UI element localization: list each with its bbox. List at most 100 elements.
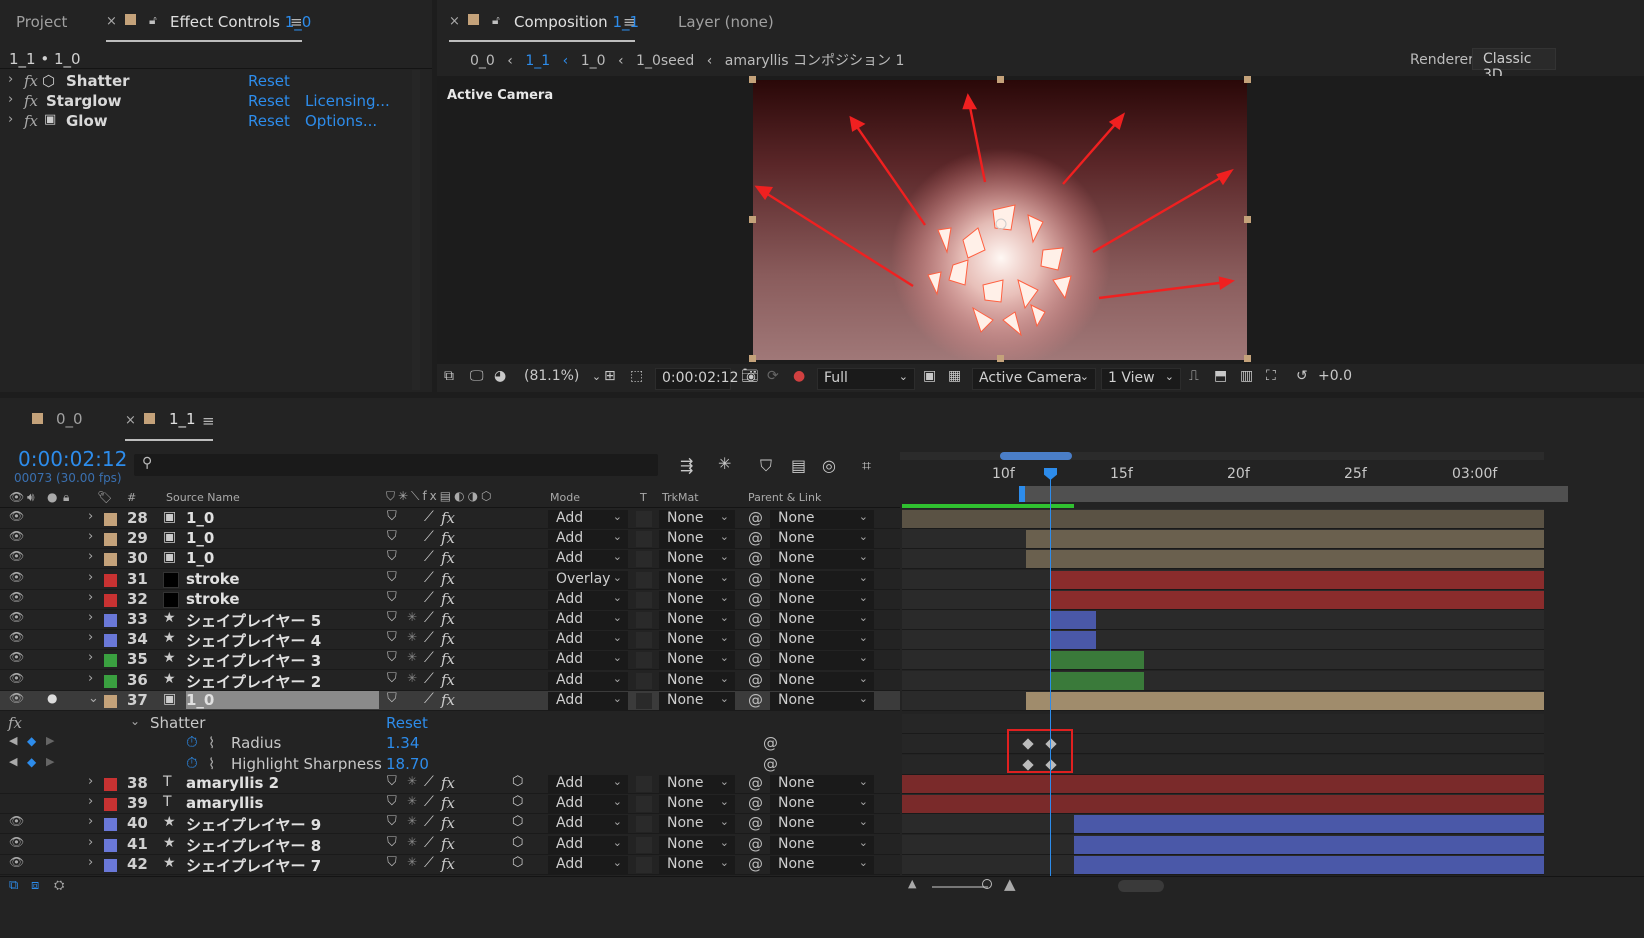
frame-blending-icon[interactable]: ▤: [791, 456, 806, 475]
layer-row[interactable]: 👁︎ › 29 ▣ 1_0 ⛉ ⟋ fx Add ⌄ None ⌄ @ None ⌄: [0, 529, 900, 550]
expand-chevron-icon[interactable]: ›: [88, 855, 93, 870]
pickwhip-icon[interactable]: @: [748, 814, 763, 832]
effect-row-starglow[interactable]: › fx Starglow Reset Licensing...: [0, 92, 430, 112]
current-time-indicator[interactable]: [1050, 470, 1051, 880]
shy-switch-icon[interactable]: ⛉: [387, 630, 397, 645]
fx-switch-icon[interactable]: fx: [441, 835, 455, 853]
collapse-switch-icon[interactable]: ✳︎: [407, 835, 417, 849]
fx-icon[interactable]: fx: [8, 714, 22, 732]
expand-chevron-icon[interactable]: ⌄: [88, 691, 99, 706]
layer-duration-bar[interactable]: [1026, 550, 1544, 569]
zoom-slider-thumb[interactable]: [982, 879, 992, 889]
collapse-switch-icon[interactable]: ✳︎: [407, 814, 417, 828]
parent-dropdown[interactable]: None ⌄: [770, 570, 874, 589]
work-area-start[interactable]: [1019, 486, 1025, 502]
transform-handle[interactable]: [749, 355, 756, 362]
tab-project[interactable]: Project: [16, 13, 67, 31]
layer-duration-bar[interactable]: [1050, 651, 1144, 670]
preserve-transparency-box[interactable]: [636, 571, 652, 588]
layer-duration-bar[interactable]: [902, 775, 1544, 793]
fast-draft-icon[interactable]: ⬒: [1214, 368, 1227, 390]
next-keyframe-icon[interactable]: ▶: [46, 734, 54, 747]
parent-dropdown[interactable]: None ⌄: [770, 671, 874, 690]
fx-switch-icon[interactable]: fx: [441, 610, 455, 628]
preserve-transparency-box[interactable]: [636, 551, 652, 568]
expand-chevron-icon[interactable]: ›: [88, 650, 93, 665]
collapse-switch-icon[interactable]: ✳︎: [407, 855, 417, 869]
shy-switch-icon[interactable]: ⛉: [387, 794, 397, 809]
layer-duration-bar[interactable]: [902, 510, 1544, 528]
prev-keyframe-icon[interactable]: ◀: [9, 755, 17, 768]
flow-item-current[interactable]: 1_1: [525, 53, 550, 69]
transform-handle[interactable]: [1244, 355, 1251, 362]
close-icon[interactable]: ×: [106, 14, 117, 29]
shy-switch-icon[interactable]: ⛉: [387, 814, 397, 829]
track-matte-dropdown[interactable]: None ⌄: [659, 510, 735, 528]
layer-row[interactable]: 👁︎ › 42 ★ シェイプレイヤー 7 ⛉ ✳︎ ⟋ fx ⬡ Add ⌄ None ⌄ @ None ⌄: [0, 854, 900, 875]
zoom-in-icon[interactable]: ▲: [1004, 875, 1016, 893]
blend-mode-dropdown[interactable]: Add ⌄: [548, 530, 628, 549]
layer-row[interactable]: 👁︎ › 36 ★ シェイプレイヤー 2 ⛉ ✳︎ ⟋ fx Add ⌄ None ⌄ @ None ⌄: [0, 670, 900, 691]
stopwatch-icon[interactable]: ⏱︎: [186, 733, 198, 751]
preserve-transparency-box[interactable]: [636, 816, 652, 833]
next-keyframe-icon[interactable]: ▶: [46, 755, 54, 768]
label-color-swatch[interactable]: [104, 553, 117, 567]
property-value[interactable]: 1.34: [386, 734, 419, 752]
transparency-grid-icon[interactable]: ▦: [948, 368, 961, 390]
snapshot-icon[interactable]: 📷︎: [741, 368, 759, 390]
reset-exposure-icon[interactable]: ↺: [1296, 368, 1308, 390]
pickwhip-icon[interactable]: @: [748, 590, 763, 608]
fx-switch-icon[interactable]: fx: [441, 650, 455, 668]
track-matte-dropdown[interactable]: None ⌄: [659, 855, 735, 874]
always-preview-icon[interactable]: ⧉: [444, 368, 454, 390]
layer-row[interactable]: › 39 Tamaryllis ⛉ ✳︎ ⟋ fx ⬡ Add ⌄ None ⌄ @ None ⌄: [0, 794, 900, 815]
graph-editor-icon[interactable]: ⌗: [862, 456, 871, 476]
preserve-transparency-box[interactable]: [636, 511, 652, 527]
expand-chevron-icon[interactable]: ›: [88, 835, 93, 850]
expand-chevron-icon[interactable]: ›: [88, 570, 93, 585]
blend-mode-dropdown[interactable]: Add ⌄: [548, 835, 628, 854]
fx-switch-icon[interactable]: fx: [441, 671, 455, 689]
eye-icon[interactable]: 👁︎: [9, 855, 24, 869]
layer-name[interactable]: 1_0: [186, 549, 214, 567]
eye-icon[interactable]: 👁︎: [9, 650, 24, 664]
tab-layer[interactable]: Layer (none): [678, 13, 774, 31]
label-color-swatch[interactable]: [104, 513, 117, 526]
preserve-transparency-box[interactable]: [636, 836, 652, 853]
solo-icon[interactable]: ●: [47, 490, 57, 504]
parent-dropdown[interactable]: None ⌄: [770, 815, 874, 834]
effect-row-glow[interactable]: › fx ▣ Glow Reset Options...: [0, 112, 430, 132]
layer-name[interactable]: amaryllis 2: [186, 774, 279, 792]
preserve-transparency-box[interactable]: [636, 692, 652, 709]
layer-row[interactable]: 👁︎ › 40 ★ シェイプレイヤー 9 ⛉ ✳︎ ⟋ fx ⬡ Add ⌄ None ⌄ @ None ⌄: [0, 814, 900, 835]
flow-item[interactable]: 1_0: [581, 53, 606, 69]
parent-dropdown[interactable]: None ⌄: [770, 611, 874, 629]
transform-handle[interactable]: [1244, 76, 1251, 83]
transfer-controls-icon[interactable]: ⧈: [31, 878, 39, 893]
reset-link[interactable]: Reset: [248, 72, 290, 90]
quality-switch-icon[interactable]: ⟋: [424, 509, 434, 525]
preserve-transparency-box[interactable]: [636, 652, 652, 669]
transform-handle[interactable]: [997, 76, 1004, 83]
flow-item[interactable]: amaryllis コンポジション 1: [725, 53, 905, 69]
track-matte-dropdown[interactable]: None ⌄: [659, 570, 735, 589]
layer-duration-bar[interactable]: [1050, 611, 1096, 629]
shy-layers-icon[interactable]: ⛉: [760, 456, 772, 476]
label-color-swatch[interactable]: [104, 818, 117, 832]
pickwhip-icon[interactable]: @: [748, 691, 763, 709]
flowchart-icon[interactable]: ⛶: [1266, 368, 1276, 390]
3d-layer-icon[interactable]: ⬡: [512, 835, 523, 850]
chevron-down-icon[interactable]: ⌄: [130, 714, 140, 728]
pickwhip-icon[interactable]: @: [748, 835, 763, 853]
property-value[interactable]: 18.70: [386, 755, 429, 773]
fx-switch-icon[interactable]: fx: [441, 509, 455, 527]
layer-duration-bar[interactable]: [902, 795, 1544, 814]
expand-chevron-icon[interactable]: ›: [88, 610, 93, 625]
label-color-swatch[interactable]: [104, 674, 117, 688]
quality-switch-icon[interactable]: ⟋: [424, 855, 434, 871]
preserve-transparency-box[interactable]: [636, 856, 652, 873]
label-color-swatch[interactable]: [104, 573, 117, 587]
tab-comp-0-0[interactable]: 0_0: [56, 410, 83, 428]
panel-menu-icon[interactable]: ≡: [290, 13, 303, 31]
fx-switch-icon[interactable]: fx: [441, 549, 455, 567]
